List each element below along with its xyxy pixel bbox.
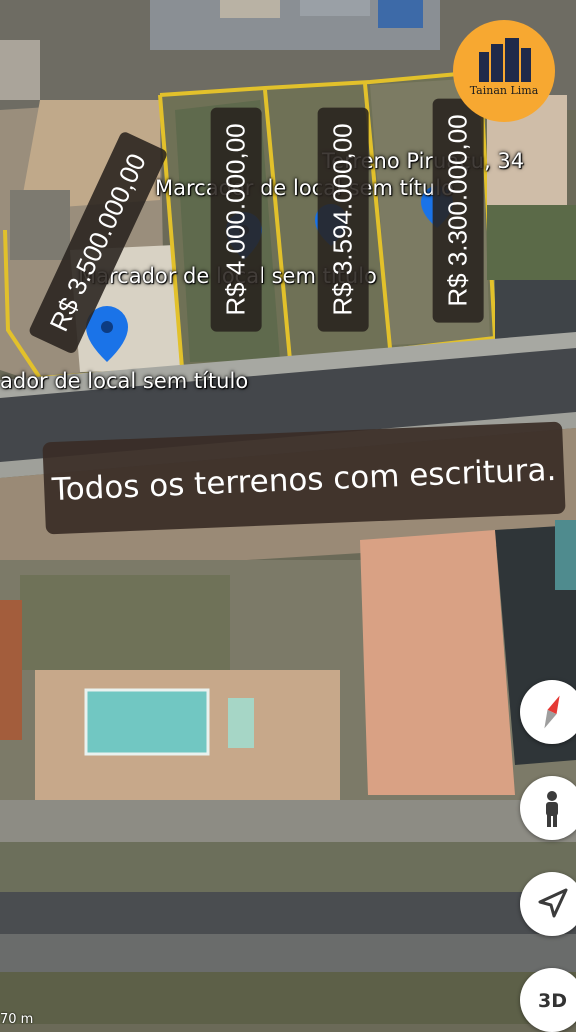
pegman-icon <box>546 791 558 827</box>
my-location-button[interactable] <box>520 872 576 936</box>
parking-strip <box>0 934 576 972</box>
street-view-button[interactable] <box>520 776 576 840</box>
logo-text: Tainan Lima <box>469 84 539 97</box>
kiddie-pool <box>228 698 254 748</box>
deed-banner-text: Todos os terrenos com escritura. <box>51 451 557 509</box>
view-3d-label: 3D <box>538 990 567 1012</box>
club-garden <box>20 575 230 670</box>
lower-road <box>0 892 576 934</box>
marker-label-1: Marcador de local sem título <box>155 176 454 200</box>
roof-top-1 <box>220 0 280 18</box>
roof-top-left <box>0 40 40 100</box>
view-3d-button[interactable]: 3D <box>520 968 576 1032</box>
right-teal-roof <box>555 520 576 590</box>
median-strip <box>0 842 576 892</box>
price-tag-lot-2: R$ 4.000.000,00 <box>210 107 262 332</box>
service-road <box>0 800 576 842</box>
price-tag-lot-3: R$ 3.594.000,00 <box>317 107 369 332</box>
swimming-pool <box>84 688 210 756</box>
right-roof-dark <box>495 280 576 340</box>
price-tag-lot-4: R$ 3.300.000,00 <box>432 98 484 323</box>
bottom-vegetation <box>0 972 576 1024</box>
roof-top-2 <box>300 0 370 16</box>
buildings-logo-icon <box>479 38 531 82</box>
marker-label-3: ador de local sem título <box>0 369 249 393</box>
compass-icon <box>544 695 560 729</box>
left-brick-roof <box>0 600 22 740</box>
roof-top-blue <box>378 0 423 28</box>
right-trees <box>487 205 576 280</box>
compass-button[interactable] <box>520 680 576 744</box>
navigation-arrow-icon <box>538 888 568 918</box>
brand-logo: Tainan Lima <box>453 20 555 122</box>
sports-court <box>360 530 515 795</box>
left-roof-grey <box>10 190 70 260</box>
map-scale: 70 m <box>0 1012 34 1027</box>
